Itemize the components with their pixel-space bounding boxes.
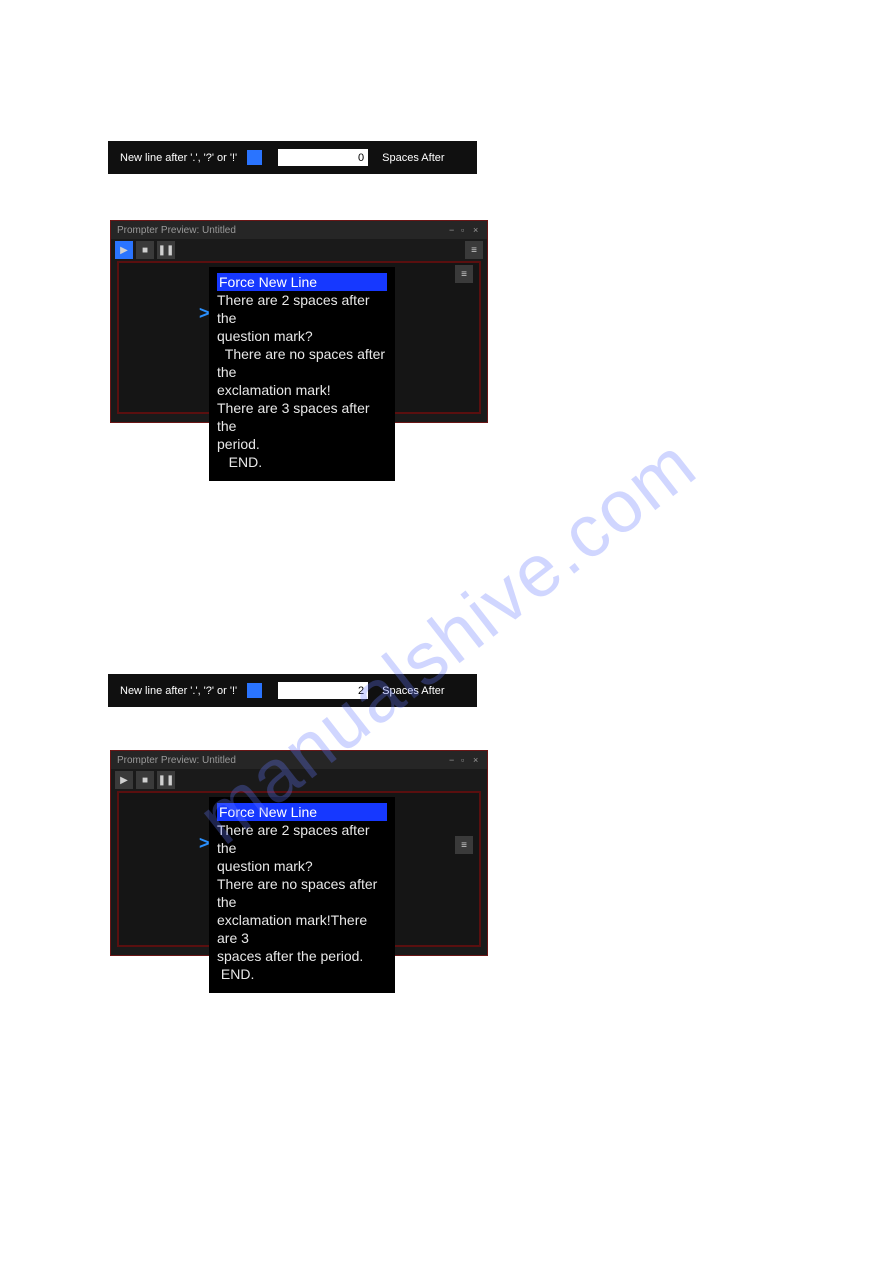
settings-bar-2: New line after '.', '?' or '!' Spaces Af…: [108, 674, 477, 707]
spaces-after-input[interactable]: [278, 682, 368, 699]
prompter-preview-window-1: Prompter Preview: Untitled − ▫ × ▶ ■ ❚❚ …: [110, 220, 488, 423]
caret-icon: >: [199, 303, 210, 324]
pause-icon: ❚❚: [158, 245, 175, 256]
newline-checkbox[interactable]: [247, 150, 262, 165]
prompter-text-line: END.: [217, 966, 254, 982]
menu-button[interactable]: ≡: [465, 241, 483, 259]
play-button[interactable]: ▶: [115, 241, 133, 259]
maximize-icon[interactable]: ▫: [461, 226, 469, 234]
prompter-text-panel: Force New Line There are 2 spaces after …: [209, 797, 395, 993]
prompter-text-line: There are no spaces after the: [217, 876, 377, 910]
stage-menu-button[interactable]: ≡: [455, 836, 473, 854]
menu-icon: ≡: [471, 245, 477, 256]
prompter-text-line: There are 2 spaces after the: [217, 822, 370, 856]
window-controls: − ▫ ×: [449, 756, 481, 764]
newline-checkbox[interactable]: [247, 683, 262, 698]
window-title: Prompter Preview: Untitled: [117, 755, 236, 766]
force-new-line-marker: Force New Line: [217, 803, 387, 821]
prompter-text-line: There are 2 spaces after the: [217, 292, 370, 326]
spaces-after-label: Spaces After: [382, 685, 444, 697]
pause-icon: ❚❚: [158, 775, 175, 786]
window-title: Prompter Preview: Untitled: [117, 225, 236, 236]
prompter-text-line: period.: [217, 436, 260, 452]
play-icon: ▶: [120, 775, 128, 786]
force-new-line-marker: Force New Line: [217, 273, 387, 291]
pause-button[interactable]: ❚❚: [157, 771, 175, 789]
menu-icon: ≡: [461, 840, 467, 851]
prompter-text-line: There are 3 spaces after the: [217, 400, 370, 434]
caret-icon: >: [199, 833, 210, 854]
preview-stage: ≡ > Force New Line There are 2 spaces af…: [117, 791, 481, 947]
maximize-icon[interactable]: ▫: [461, 756, 469, 764]
prompter-text-panel: Force New Line There are 2 spaces after …: [209, 267, 395, 481]
minimize-icon[interactable]: −: [449, 756, 457, 764]
close-icon[interactable]: ×: [473, 226, 481, 234]
prompter-text-line: There are no spaces after the: [217, 346, 385, 380]
stop-icon: ■: [142, 775, 148, 786]
prompter-text-line: exclamation mark!: [217, 382, 331, 398]
spaces-after-input[interactable]: [278, 149, 368, 166]
prompter-preview-window-2: Prompter Preview: Untitled − ▫ × ▶ ■ ❚❚ …: [110, 750, 488, 956]
play-button[interactable]: ▶: [115, 771, 133, 789]
preview-toolbar: ▶ ■ ❚❚ ≡: [111, 239, 487, 261]
stop-button[interactable]: ■: [136, 771, 154, 789]
play-icon: ▶: [120, 245, 128, 256]
titlebar: Prompter Preview: Untitled − ▫ ×: [111, 751, 487, 769]
minimize-icon[interactable]: −: [449, 226, 457, 234]
spaces-after-label: Spaces After: [382, 152, 444, 164]
stop-button[interactable]: ■: [136, 241, 154, 259]
menu-icon: ≡: [461, 269, 467, 280]
newline-label: New line after '.', '?' or '!': [120, 152, 237, 164]
settings-bar-1: New line after '.', '?' or '!' Spaces Af…: [108, 141, 477, 174]
newline-label: New line after '.', '?' or '!': [120, 685, 237, 697]
stop-icon: ■: [142, 245, 148, 256]
stage-menu-button[interactable]: ≡: [455, 265, 473, 283]
pause-button[interactable]: ❚❚: [157, 241, 175, 259]
prompter-text-line: question mark?: [217, 858, 313, 874]
preview-stage: ≡ > Force New Line There are 2 spaces af…: [117, 261, 481, 414]
window-controls: − ▫ ×: [449, 226, 481, 234]
preview-toolbar: ▶ ■ ❚❚: [111, 769, 487, 791]
prompter-text-line: exclamation mark!There are 3: [217, 912, 367, 946]
prompter-text-line: question mark?: [217, 328, 313, 344]
prompter-text-line: END.: [217, 454, 262, 470]
titlebar: Prompter Preview: Untitled − ▫ ×: [111, 221, 487, 239]
prompter-text-line: spaces after the period.: [217, 948, 363, 964]
close-icon[interactable]: ×: [473, 756, 481, 764]
